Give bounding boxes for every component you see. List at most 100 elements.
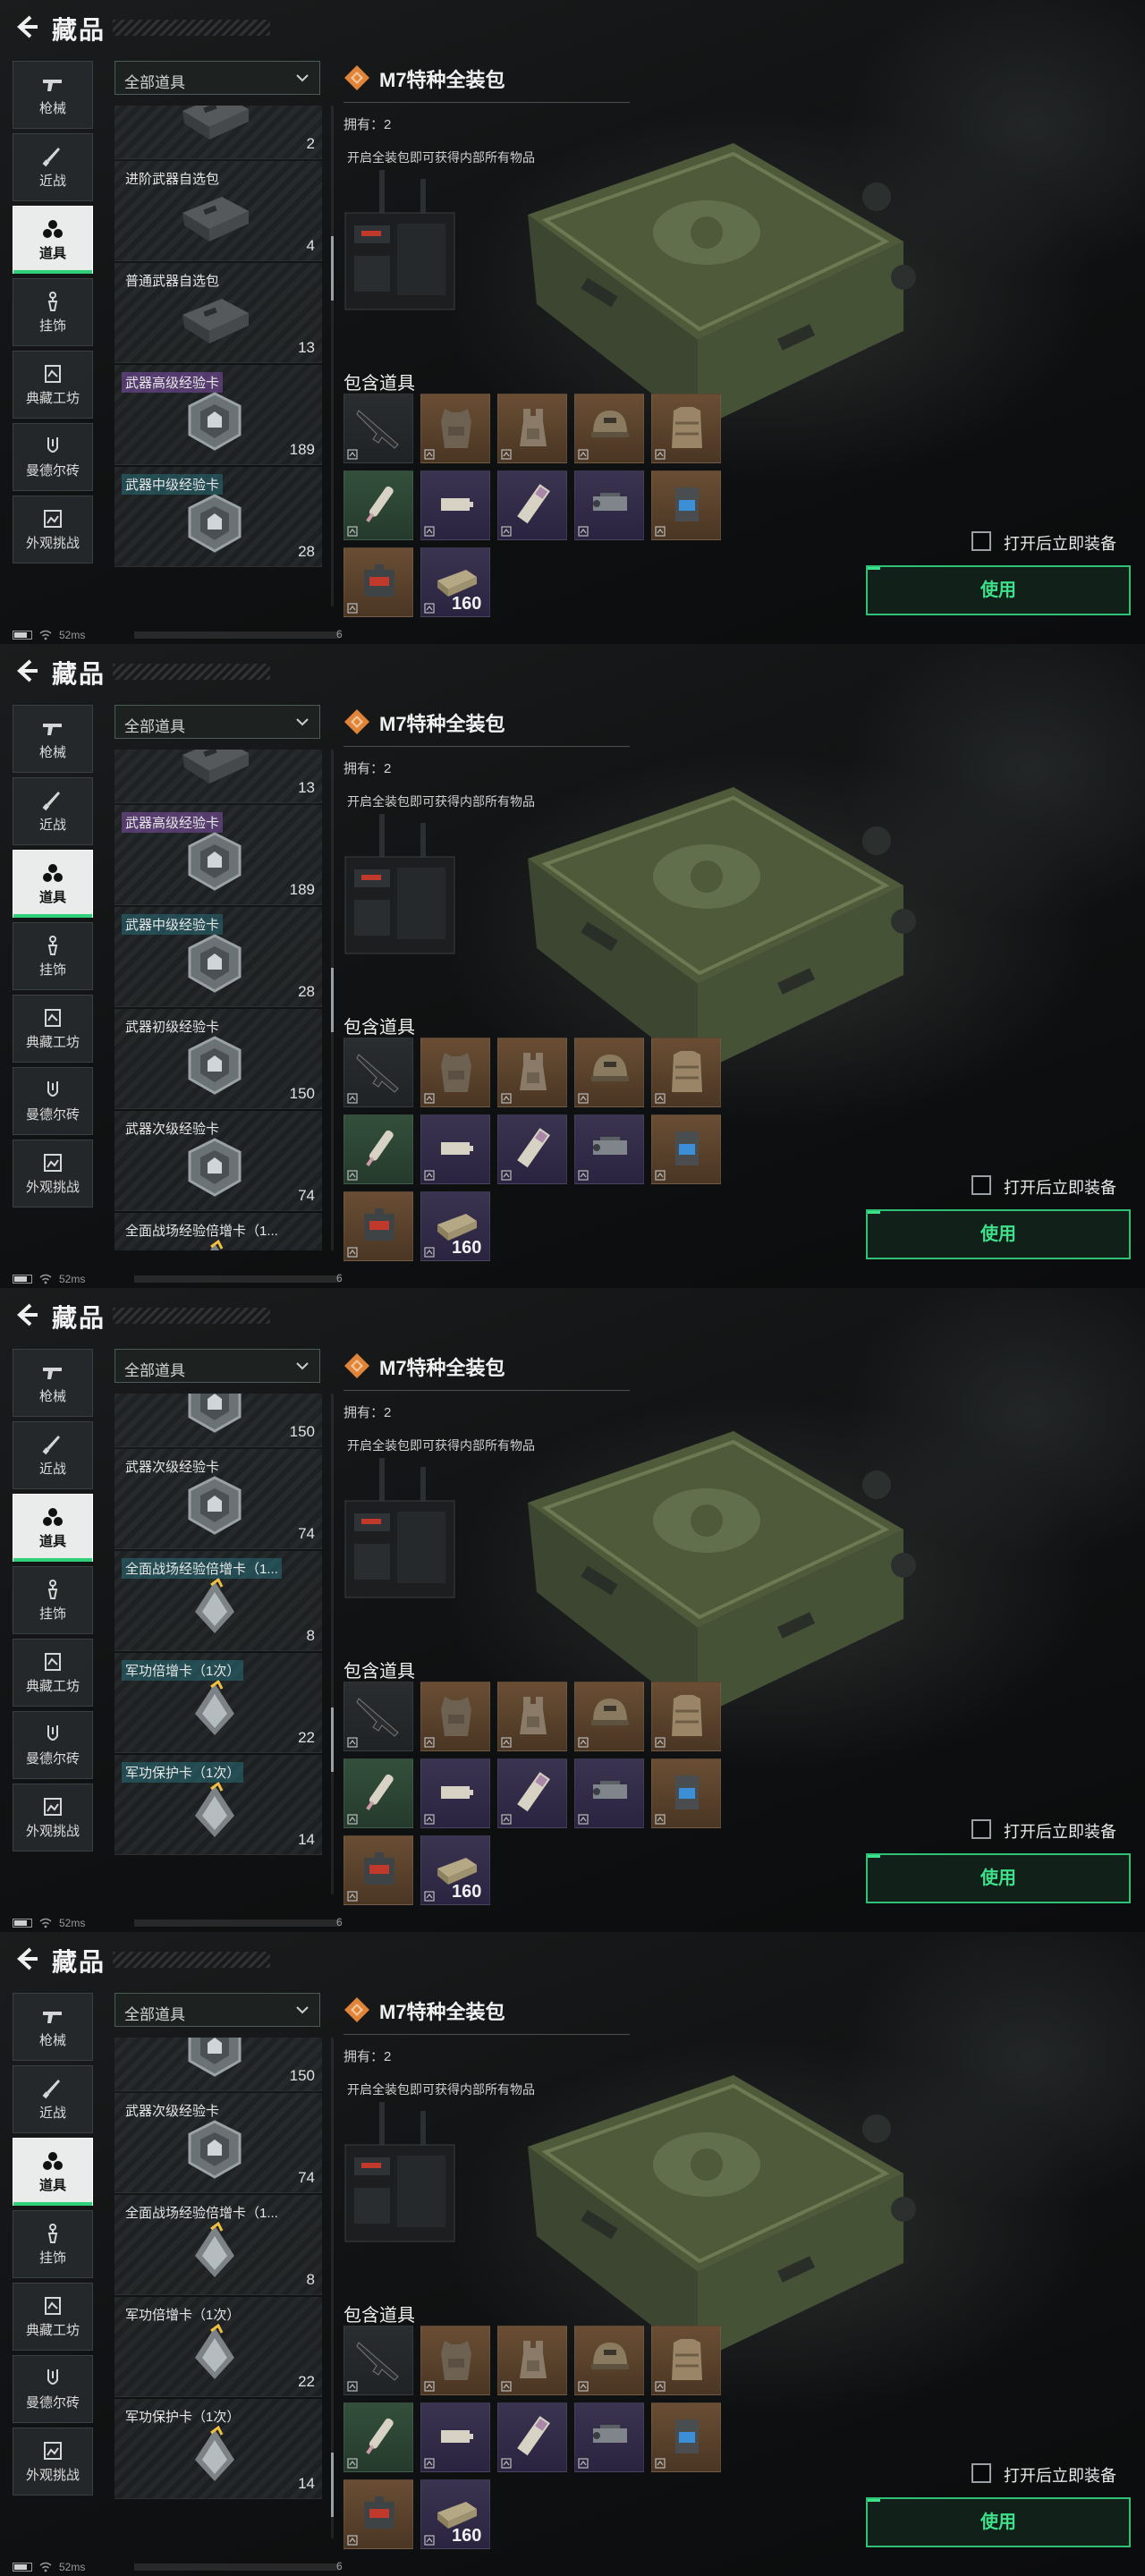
- item-list-card[interactable]: 进阶武器自选包 4: [114, 161, 322, 261]
- use-button[interactable]: 使用: [866, 1853, 1131, 1903]
- category-tab-1[interactable]: 近战: [13, 2065, 93, 2133]
- equip-after-open-label[interactable]: 打开后立即装备: [1004, 531, 1116, 555]
- content-item-slot[interactable]: [420, 394, 490, 463]
- category-tab-4[interactable]: 典藏工坊: [13, 2283, 93, 2351]
- item-filter-dropdown[interactable]: 全部道具: [114, 1993, 320, 2027]
- category-tab-2[interactable]: 道具: [13, 2138, 93, 2206]
- content-item-slot[interactable]: [420, 1038, 490, 1107]
- category-tab-5[interactable]: 曼德尔砖: [13, 423, 93, 491]
- content-item-slot[interactable]: [420, 1682, 490, 1751]
- content-item-slot[interactable]: [574, 470, 644, 540]
- item-list-card[interactable]: 2: [114, 106, 322, 159]
- equip-after-open-label[interactable]: 打开后立即装备: [1004, 1175, 1116, 1199]
- content-item-slot[interactable]: [497, 1114, 567, 1184]
- category-tab-0[interactable]: 枪械: [13, 1993, 93, 2061]
- category-tab-5[interactable]: 曼德尔砖: [13, 2355, 93, 2423]
- category-tab-3[interactable]: 挂饰: [13, 278, 93, 346]
- content-item-slot[interactable]: [574, 2326, 644, 2395]
- content-item-slot[interactable]: [344, 1038, 413, 1107]
- equip-after-open-checkbox[interactable]: [971, 2463, 991, 2483]
- category-tab-0[interactable]: 枪械: [13, 1349, 93, 1417]
- list-scrollbar-thumb[interactable]: [331, 1707, 334, 1773]
- content-item-slot[interactable]: [420, 2402, 490, 2472]
- item-list-card[interactable]: 军功保护卡（1次） 14: [114, 2399, 322, 2499]
- content-item-slot[interactable]: [344, 1191, 413, 1261]
- content-item-slot[interactable]: [344, 1114, 413, 1184]
- category-tab-4[interactable]: 典藏工坊: [13, 351, 93, 419]
- content-item-slot[interactable]: [344, 1758, 413, 1828]
- content-item-slot[interactable]: [574, 394, 644, 463]
- content-item-slot[interactable]: [651, 394, 721, 463]
- content-item-slot[interactable]: [344, 1835, 413, 1905]
- category-tab-2[interactable]: 道具: [13, 206, 93, 274]
- content-item-slot[interactable]: 160: [420, 2479, 490, 2549]
- category-tab-5[interactable]: 曼德尔砖: [13, 1711, 93, 1779]
- back-arrow-icon[interactable]: [13, 657, 41, 685]
- content-item-slot[interactable]: [651, 2326, 721, 2395]
- item-filter-dropdown[interactable]: 全部道具: [114, 705, 320, 739]
- list-scrollbar-thumb[interactable]: [331, 236, 334, 301]
- item-list-card[interactable]: 150: [114, 1394, 322, 1447]
- content-item-slot[interactable]: [420, 2326, 490, 2395]
- item-list-card[interactable]: 普通武器自选包 13: [114, 263, 322, 363]
- content-item-slot[interactable]: [344, 470, 413, 540]
- content-item-slot[interactable]: [651, 1758, 721, 1828]
- back-arrow-icon[interactable]: [13, 1301, 41, 1329]
- list-scrollbar[interactable]: [331, 106, 334, 606]
- item-list-card[interactable]: 武器中级经验卡 28: [114, 907, 322, 1007]
- category-tab-4[interactable]: 典藏工坊: [13, 995, 93, 1063]
- equip-after-open-checkbox[interactable]: [971, 531, 991, 551]
- list-scrollbar-thumb[interactable]: [331, 968, 334, 1032]
- equip-after-open-label[interactable]: 打开后立即装备: [1004, 1819, 1116, 1843]
- item-list-card[interactable]: 军功保护卡（1次） 14: [114, 1755, 322, 1855]
- content-item-slot[interactable]: [574, 1758, 644, 1828]
- content-item-slot[interactable]: [651, 470, 721, 540]
- content-item-slot[interactable]: [497, 2326, 567, 2395]
- equip-after-open-label[interactable]: 打开后立即装备: [1004, 2463, 1116, 2487]
- category-tab-4[interactable]: 典藏工坊: [13, 1639, 93, 1707]
- use-button[interactable]: 使用: [866, 1209, 1131, 1259]
- category-tab-6[interactable]: 外观挑战: [13, 2428, 93, 2496]
- content-item-slot[interactable]: [574, 1114, 644, 1184]
- content-item-slot[interactable]: [497, 394, 567, 463]
- content-item-slot[interactable]: [344, 394, 413, 463]
- category-tab-6[interactable]: 外观挑战: [13, 1140, 93, 1208]
- item-list-card[interactable]: 军功倍增卡（1次） 22: [114, 2297, 322, 2397]
- item-list-card[interactable]: 全面战场经验倍增卡（1... 8: [114, 1551, 322, 1651]
- item-list-card[interactable]: 军功倍增卡（1次） 22: [114, 1653, 322, 1753]
- item-list-card[interactable]: 13: [114, 750, 322, 803]
- item-list-card[interactable]: 武器中级经验卡 28: [114, 467, 322, 567]
- item-list-card[interactable]: 武器次级经验卡 74: [114, 1449, 322, 1549]
- use-button[interactable]: 使用: [866, 2497, 1131, 2547]
- content-item-slot[interactable]: [497, 1758, 567, 1828]
- content-item-slot[interactable]: [420, 470, 490, 540]
- content-item-slot[interactable]: [574, 2402, 644, 2472]
- item-list-card[interactable]: 武器次级经验卡 74: [114, 1111, 322, 1211]
- content-item-slot[interactable]: [497, 470, 567, 540]
- back-arrow-icon[interactable]: [13, 13, 41, 41]
- content-item-slot[interactable]: [344, 2402, 413, 2472]
- category-tab-3[interactable]: 挂饰: [13, 2210, 93, 2278]
- item-filter-dropdown[interactable]: 全部道具: [114, 61, 320, 95]
- content-item-slot[interactable]: [497, 1038, 567, 1107]
- content-item-slot[interactable]: [574, 1682, 644, 1751]
- equip-after-open-checkbox[interactable]: [971, 1819, 991, 1839]
- equip-after-open-checkbox[interactable]: [971, 1175, 991, 1195]
- back-arrow-icon[interactable]: [13, 1945, 41, 1973]
- category-tab-1[interactable]: 近战: [13, 133, 93, 201]
- category-tab-1[interactable]: 近战: [13, 777, 93, 845]
- content-item-slot[interactable]: 160: [420, 1191, 490, 1261]
- content-item-slot[interactable]: [651, 1038, 721, 1107]
- content-item-slot[interactable]: [420, 1758, 490, 1828]
- content-item-slot[interactable]: [574, 1038, 644, 1107]
- item-list-card[interactable]: 武器初级经验卡 150: [114, 1009, 322, 1109]
- category-tab-3[interactable]: 挂饰: [13, 922, 93, 990]
- category-tab-3[interactable]: 挂饰: [13, 1566, 93, 1634]
- item-list-card[interactable]: 全面战场经验倍增卡（1...: [114, 1213, 322, 1250]
- list-scrollbar-thumb[interactable]: [331, 2452, 334, 2517]
- item-list-card[interactable]: 武器高级经验卡 189: [114, 365, 322, 465]
- content-item-slot[interactable]: [651, 1682, 721, 1751]
- content-item-slot[interactable]: [651, 1114, 721, 1184]
- item-list-card[interactable]: 武器高级经验卡 189: [114, 805, 322, 905]
- category-tab-2[interactable]: 道具: [13, 1494, 93, 1562]
